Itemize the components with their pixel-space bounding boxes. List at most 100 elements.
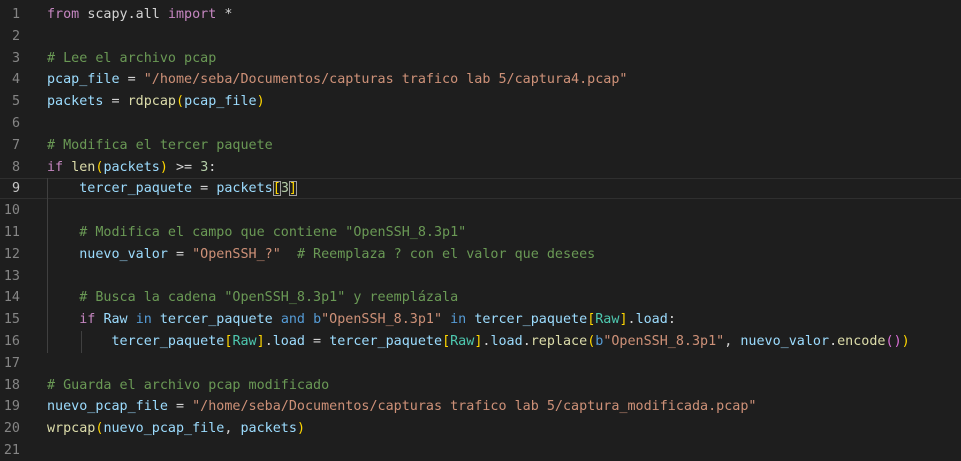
bracket-close: ] [288, 181, 297, 197]
code-text: # Modifica el tercer paquete [47, 135, 273, 156]
code-token: # Reemplaza ? con el valor que desees [296, 246, 596, 262]
code-token: # Busca la cadena "OpenSSH_8.3p1" y reem… [79, 290, 459, 306]
line-number: 13 [3, 268, 20, 284]
code-token: "OpenSSH_8.3p1" [321, 312, 443, 328]
code-token: # Lee el archivo pcap [47, 50, 217, 66]
code-token: 3 [280, 181, 289, 197]
code-line[interactable]: 5 packets = rdpcap(pcap_file) [0, 91, 961, 112]
code-token: ) [901, 334, 910, 349]
code-line[interactable]: 8 if len(packets) >= 3: [0, 157, 961, 178]
code-editor[interactable]: 1 from scapy.all import * 2 3 # Lee el archi… [0, 0, 961, 458]
code-token: . [522, 334, 531, 349]
code-token: scapy.all [87, 7, 168, 22]
code-line[interactable]: 1 from scapy.all import * [0, 4, 961, 25]
code-token: = [119, 72, 144, 88]
line-number: 10 [3, 203, 20, 219]
code-token: len [71, 159, 96, 175]
code-token: Raw [103, 312, 128, 328]
code-token: if [47, 159, 64, 175]
code-text: from scapy.all import * [47, 4, 232, 25]
code-token: packets [103, 159, 160, 175]
code-token: packets [47, 94, 104, 110]
line-number: 9 [11, 181, 20, 197]
code-token: and [280, 312, 305, 328]
code-token: ] [619, 312, 628, 328]
code-token: ) [296, 421, 305, 437]
code-token: import [167, 7, 217, 22]
code-line[interactable]: 7 # Modifica el tercer paquete [0, 135, 961, 156]
code-line[interactable]: 12 nuevo_valor = "OpenSSH_?" # Reemplaza… [0, 244, 961, 265]
code-token: wrpcap [47, 421, 96, 437]
code-token: Raw [450, 334, 475, 349]
code-line[interactable]: 6 [0, 113, 961, 134]
code-token: ) [159, 159, 168, 175]
code-token: tercer_paquete [159, 312, 273, 328]
code-line[interactable]: 4 pcap_file = "/home/seba/Documentos/capt… [0, 69, 961, 90]
code-token: "OpenSSH_8.3p1" [603, 334, 725, 349]
code-token: pcap_file [184, 94, 257, 110]
code-token: Raw [232, 334, 257, 349]
code-token: load [272, 334, 305, 349]
code-line[interactable]: 13 [0, 266, 961, 287]
line-number: 11 [3, 225, 20, 240]
code-token: = [167, 246, 193, 262]
code-token: in [135, 312, 152, 328]
line-number: 20 [3, 421, 20, 437]
code-text: # Lee el archivo pcap [47, 48, 216, 69]
line-number: 3 [11, 50, 20, 66]
code-token: replace [530, 334, 588, 349]
code-token: ( [885, 334, 894, 349]
code-token: . [829, 334, 838, 349]
code-line[interactable]: 19 nuevo_pcap_file = "/home/seba/Document… [0, 396, 961, 417]
code-line[interactable]: 20 wrpcap(nuevo_pcap_file, packets) [0, 418, 961, 439]
code-token: encode [837, 334, 886, 349]
code-token: Raw [595, 312, 620, 328]
code-token: = [167, 399, 193, 415]
code-token: "OpenSSH_?" [192, 246, 281, 262]
code-token: , [724, 334, 741, 349]
code-text: if Raw in tercer_paquete and b"OpenSSH_8… [47, 309, 676, 330]
code-line[interactable]: 3 # Lee el archivo pcap [0, 48, 961, 69]
code-token: * [216, 7, 233, 22]
code-line[interactable]: 10 [0, 200, 961, 221]
code-token: [ [272, 181, 281, 197]
code-token: : [667, 312, 676, 328]
code-line[interactable]: 15 if Raw in tercer_paquete and b"OpenSS… [0, 309, 961, 330]
code-line[interactable]: 17 [0, 353, 961, 374]
code-token: [ [442, 334, 451, 349]
code-token: nuevo_pcap_file [103, 421, 225, 437]
line-number: 4 [11, 72, 20, 88]
code-token: from [47, 7, 80, 22]
code-token: nuevo_valor [79, 246, 168, 262]
line-number: 8 [11, 159, 20, 175]
code-token: packets [240, 421, 297, 437]
code-line[interactable]: 2 [0, 26, 961, 47]
code-line[interactable]: 18 # Guarda el archivo pcap modificado [0, 375, 961, 396]
line-number: 2 [11, 28, 20, 44]
line-number: 12 [3, 246, 20, 262]
code-line[interactable]: 14 # Busca la cadena "OpenSSH_8.3p1" y r… [0, 287, 961, 308]
code-token: ( [176, 94, 185, 110]
code-text: tercer_paquete[Raw].load = tercer_paquet… [47, 331, 910, 352]
code-line[interactable]: 9 tercer_paquete = packets[3] [0, 178, 961, 200]
code-line[interactable]: 16 tercer_paquete[Raw].load = tercer_paq… [0, 331, 961, 352]
code-line[interactable]: 11 # Modifica el campo que contiene "Ope… [0, 222, 961, 243]
line-number: 21 [3, 443, 20, 458]
line-number: 7 [11, 137, 20, 153]
code-token: tercer_paquete [79, 181, 193, 197]
code-text: nuevo_valor = "OpenSSH_?" # Reemplaza ? … [47, 244, 595, 265]
code-token: tercer_paquete [111, 334, 225, 349]
code-text: tercer_paquete = packets[3] [47, 179, 297, 198]
code-token: tercer_paquete [474, 312, 588, 328]
code-token: # Guarda el archivo pcap modificado [47, 377, 330, 393]
code-line[interactable]: 21 [0, 440, 961, 461]
